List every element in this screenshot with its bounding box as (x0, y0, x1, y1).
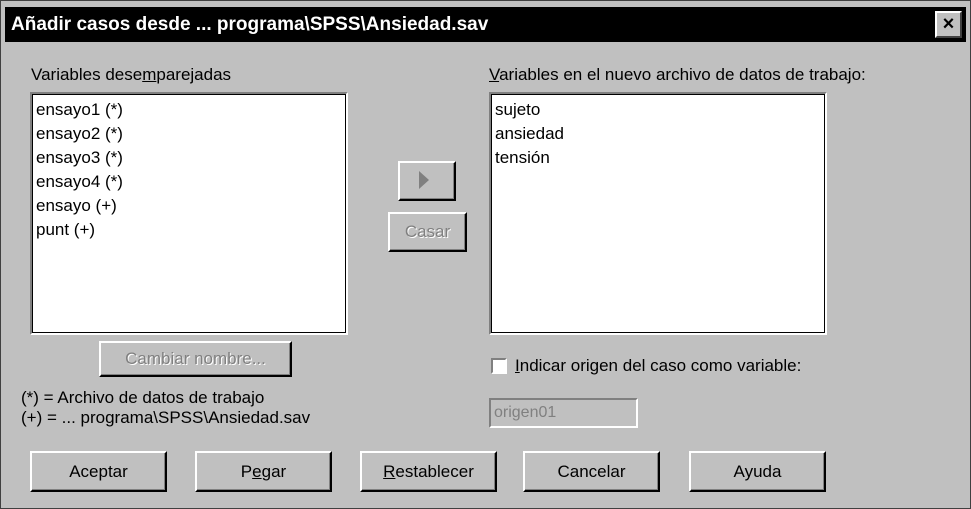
list-item[interactable]: ensayo3 (*) (36, 146, 342, 170)
list-item[interactable]: sujeto (495, 98, 821, 122)
add-cases-dialog: Añadir casos desde ... programa\SPSS\Ans… (0, 0, 971, 509)
close-icon: × (942, 13, 955, 35)
window-title: Añadir casos desde ... programa\SPSS\Ans… (11, 14, 489, 35)
unpaired-variables-label: Variables desemparejadas (31, 65, 232, 84)
legend-working-file: (*) = Archivo de datos de trabajo (21, 388, 265, 407)
right-arrow-icon (419, 171, 429, 189)
legend-source-file: (+) = ... programa\SPSS\Ansiedad.sav (21, 408, 311, 427)
list-item[interactable]: ensayo2 (*) (36, 122, 342, 146)
list-item[interactable]: ensayo (+) (36, 194, 342, 218)
new-file-variables-label: Variables en el nuevo archivo de datos d… (489, 65, 866, 84)
rename-button[interactable]: Cambiar nombre... (99, 341, 292, 377)
cancel-button[interactable]: Cancelar (523, 451, 660, 492)
move-right-button[interactable] (398, 161, 456, 201)
indicate-origin-checkbox[interactable] (491, 358, 507, 374)
title-bar: Añadir casos desde ... programa\SPSS\Ans… (5, 7, 966, 42)
list-item[interactable]: ensayo4 (*) (36, 170, 342, 194)
paste-button[interactable]: Pegar (195, 451, 332, 492)
close-button[interactable]: × (935, 11, 962, 38)
pair-button[interactable]: Casar (388, 212, 467, 252)
list-item[interactable]: ansiedad (495, 122, 821, 146)
unpaired-variables-list[interactable]: ensayo1 (*) ensayo2 (*) ensayo3 (*) ensa… (30, 92, 348, 335)
new-file-variables-list[interactable]: sujeto ansiedad tensión (489, 92, 827, 335)
reset-button[interactable]: Restablecer (360, 451, 497, 492)
origin-variable-field[interactable]: origen01 (489, 398, 638, 428)
help-button[interactable]: Ayuda (689, 451, 826, 492)
indicate-origin-label[interactable]: Indicar origen del caso como variable: (515, 356, 801, 376)
ok-button[interactable]: Aceptar (30, 451, 167, 492)
list-item[interactable]: ensayo1 (*) (36, 98, 342, 122)
list-item[interactable]: tensión (495, 146, 821, 170)
list-item[interactable]: punt (+) (36, 218, 342, 242)
